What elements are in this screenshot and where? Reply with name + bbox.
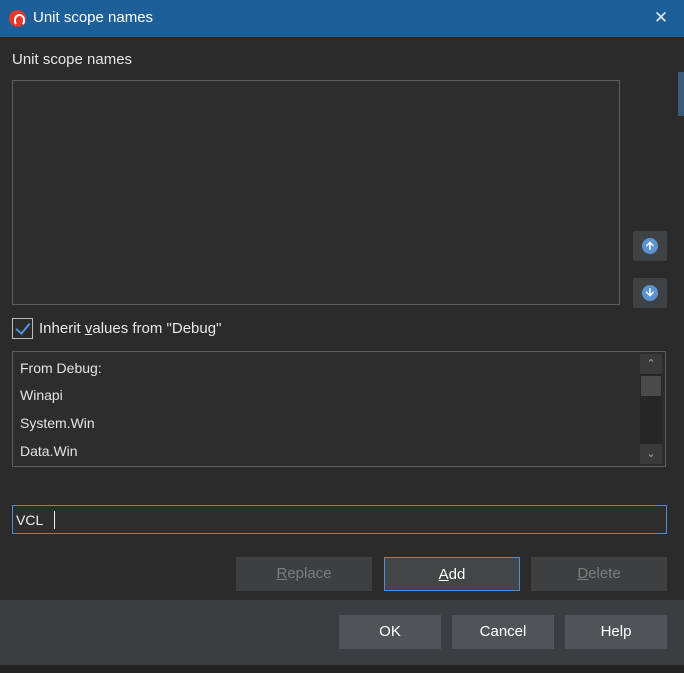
arrow-up-icon: 🡩	[642, 238, 658, 254]
scope-names-list[interactable]	[12, 80, 620, 305]
scope-names-label: Unit scope names	[12, 51, 133, 68]
dialog-footer: OK Cancel Help	[0, 600, 684, 673]
add-button[interactable]: Add	[384, 557, 520, 591]
list-item: System.Win	[20, 415, 95, 431]
list-item: Data.Win	[20, 443, 78, 459]
inherit-checkbox[interactable]	[12, 318, 33, 339]
replace-button[interactable]: Replace	[236, 557, 372, 591]
ok-button[interactable]: OK	[339, 615, 441, 649]
move-up-button[interactable]: 🡩	[633, 231, 667, 261]
title-bar: Unit scope names ✕	[0, 0, 684, 37]
chevron-down-icon[interactable]: ⌄	[640, 444, 662, 464]
inherited-list-scrollbar[interactable]: ⌃ ⌄	[640, 354, 662, 464]
inherited-values-list[interactable]: From Debug: Winapi System.Win Data.Win ⌃…	[12, 351, 666, 467]
scope-name-input[interactable]	[13, 506, 666, 533]
app-icon	[9, 10, 26, 27]
move-down-button[interactable]: 🡫	[633, 278, 667, 308]
delete-button[interactable]: Delete	[531, 557, 667, 591]
cancel-button[interactable]: Cancel	[452, 615, 554, 649]
scrollbar-thumb[interactable]	[641, 376, 661, 396]
list-item: Winapi	[20, 387, 63, 403]
inherit-checkbox-label: Inherit values from "Debug"	[39, 320, 222, 337]
help-button[interactable]: Help	[565, 615, 667, 649]
text-caret	[54, 511, 55, 529]
arrow-down-icon: 🡫	[642, 285, 658, 301]
list-item: From Debug:	[20, 360, 102, 376]
window-title: Unit scope names	[33, 9, 154, 26]
background-window-strip	[0, 665, 684, 673]
scope-name-input-frame[interactable]	[12, 505, 667, 534]
close-icon[interactable]: ✕	[638, 0, 684, 37]
chevron-up-icon[interactable]: ⌃	[640, 354, 662, 374]
background-window-edge	[678, 72, 684, 116]
